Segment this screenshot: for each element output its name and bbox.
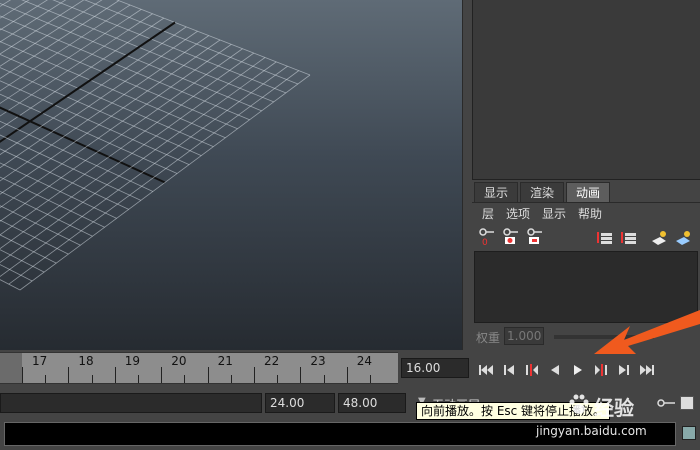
watermark-text: 经验 [594,396,634,420]
frame-label: 22 [264,354,280,368]
frame-label: 21 [217,354,233,368]
frame-label: 17 [32,354,48,368]
grid-line [0,26,187,156]
frame-tick [91,375,93,383]
grid-line [0,35,209,182]
layer-toolbar: 0 [478,227,698,249]
watermark-url: jingyan.baidu.com [536,424,647,438]
grid-line [8,70,299,285]
frame-tick [114,367,116,383]
grid-line [0,28,238,130]
auto-key-icon[interactable] [656,396,676,410]
frame-tick [300,367,302,383]
watermark-logo [569,394,589,414]
tab-display[interactable]: 显示 [474,182,519,202]
grid-line [19,74,311,291]
frame-tick [45,375,47,383]
frame-tick [277,375,279,383]
range-slider[interactable] [0,393,262,413]
layer-selected-icon[interactable] [674,227,692,247]
grid-line [0,264,33,282]
frame-tick [22,367,23,383]
play-backward-button[interactable] [545,360,564,380]
grid-line [0,30,198,169]
grid-line [0,249,45,273]
frame-tick [68,367,70,383]
channel-box-area [472,0,700,180]
play-backward-icon [550,365,559,375]
panel-splitter[interactable] [462,0,472,350]
layers-down-icon[interactable] [620,227,638,247]
ground-grid [0,0,311,291]
grid-line [0,162,117,219]
go-to-start-icon [478,365,493,375]
key-red-box-icon[interactable] [526,227,544,247]
grid-line [0,41,226,139]
frame-tick [230,375,232,383]
go-to-start-button[interactable] [476,360,495,380]
playback-end-field[interactable]: 48.00 [338,393,406,413]
frame-label: 23 [310,354,326,368]
grid-line [0,120,154,192]
current-frame-marker [0,353,22,383]
grid-line [0,13,153,117]
grid-line [0,80,190,165]
grid-line [83,0,299,85]
grid-line [0,93,178,174]
frame-label: 24 [356,354,373,368]
tab-animation[interactable]: 动画 [566,182,611,202]
frame-tick [370,375,371,383]
menu-show[interactable]: 显示 [542,205,566,222]
current-frame-field[interactable]: 16.00 [401,358,469,378]
play-forward-icon [573,365,582,375]
frame-tick [323,375,325,383]
grid-line [0,39,221,195]
annotation-arrow [594,310,700,354]
key-red-icon[interactable]: 0 [478,227,496,247]
step-back-key-button[interactable] [522,360,541,380]
menu-options[interactable]: 选项 [506,205,530,222]
frame-label: 19 [124,354,141,368]
frame-label: 20 [171,354,187,368]
frame-label: 18 [78,354,94,368]
frame-tick [254,367,255,383]
layers-up-icon[interactable] [596,227,614,247]
layer-new-icon[interactable] [650,227,668,247]
time-slider[interactable]: 17 18 19 20 21 22 23 24 [0,352,398,384]
weight-field[interactable]: 1.000 [504,327,544,345]
svg-text:0: 0 [482,238,488,247]
menu-help[interactable]: 帮助 [578,205,602,222]
grid-line [0,4,131,92]
step-back-key-icon [525,364,538,376]
step-back-icon [503,365,514,375]
frame-tick [207,367,209,383]
key-red-circle-icon[interactable] [502,227,520,247]
frame-tick [346,367,348,383]
grid-line [0,0,12,7]
frame-tick [161,367,163,383]
tab-render[interactable]: 渲染 [520,182,565,202]
step-back-button[interactable] [499,360,518,380]
play-forward-button[interactable] [568,360,587,380]
perspective-viewport[interactable] [0,0,462,350]
frame-tick [184,375,186,383]
script-editor-icon[interactable] [682,426,696,440]
layer-editor-tabs: 显示 渲染 动画 [474,182,612,202]
frame-tick [138,375,139,383]
animation-preferences-icon[interactable] [680,396,694,410]
weight-label: 权重 [476,331,501,345]
layer-menu-bar: 层 选项 显示 帮助 [482,205,602,222]
menu-layers[interactable]: 层 [482,205,494,222]
animation-end-field[interactable]: 24.00 [265,393,335,413]
